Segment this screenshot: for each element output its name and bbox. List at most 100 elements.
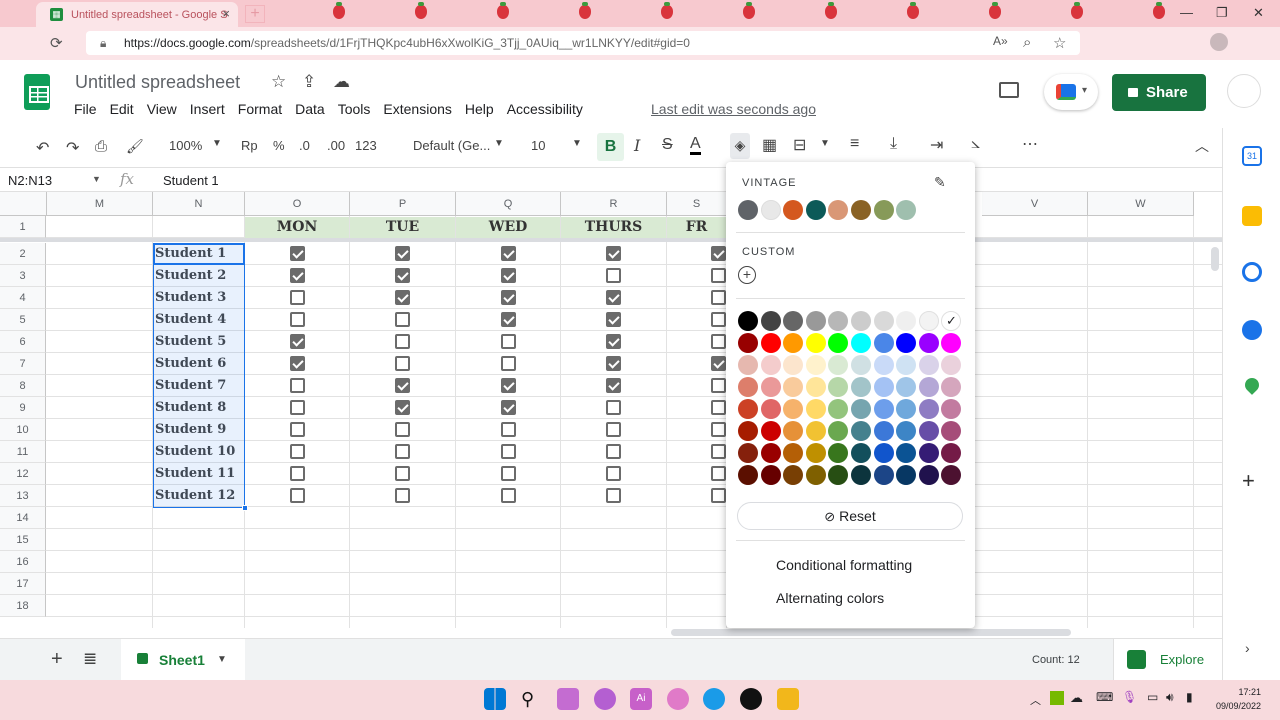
font-dropdown-icon[interactable]: ▼ — [494, 138, 504, 149]
row-header[interactable]: 4 — [0, 287, 46, 309]
color-swatch[interactable] — [918, 465, 939, 485]
comment-history-icon[interactable] — [999, 82, 1019, 98]
horizontal-align-icon[interactable]: ≡ — [850, 135, 859, 153]
attendance-checkbox[interactable] — [501, 400, 516, 415]
column-header[interactable]: Q — [456, 192, 561, 216]
color-swatch[interactable] — [828, 465, 849, 485]
volume-icon[interactable]: 🔊︎ — [1166, 690, 1174, 705]
menu-file[interactable]: File — [74, 101, 97, 117]
attendance-checkbox[interactable] — [501, 356, 516, 371]
color-swatch[interactable] — [828, 421, 849, 441]
color-swatch[interactable] — [941, 355, 962, 375]
attendance-checkbox[interactable] — [395, 422, 410, 437]
start-icon[interactable] — [484, 688, 506, 710]
color-swatch[interactable] — [918, 377, 939, 397]
row-header[interactable]: 3 — [0, 265, 46, 287]
color-swatch[interactable] — [918, 399, 939, 419]
color-swatch[interactable] — [918, 421, 939, 441]
attendance-checkbox[interactable] — [711, 312, 726, 327]
menu-view[interactable]: View — [147, 101, 177, 117]
attendance-checkbox[interactable] — [606, 356, 621, 371]
illustrator-icon[interactable]: Ai — [630, 688, 652, 710]
more-options-icon[interactable]: ⋯ — [1022, 134, 1038, 154]
attendance-checkbox[interactable] — [606, 422, 621, 437]
clock[interactable]: 17:21 09/09/2022 — [1216, 685, 1261, 713]
color-swatch[interactable] — [851, 465, 871, 485]
attendance-checkbox[interactable] — [501, 268, 516, 283]
app-icon-3[interactable] — [740, 688, 762, 710]
search-icon[interactable]: ⚲ — [521, 688, 543, 710]
color-swatch[interactable] — [941, 377, 962, 397]
color-swatch[interactable] — [896, 421, 917, 441]
color-swatch[interactable] — [873, 333, 894, 353]
color-swatch[interactable] — [783, 333, 804, 353]
color-swatch[interactable] — [873, 377, 894, 397]
attendance-checkbox[interactable] — [711, 444, 726, 459]
attendance-checkbox[interactable] — [501, 334, 516, 349]
attendance-checkbox[interactable] — [606, 488, 621, 503]
attendance-checkbox[interactable] — [290, 246, 305, 261]
color-swatch[interactable] — [760, 465, 781, 485]
color-swatch[interactable] — [783, 465, 804, 485]
attendance-checkbox[interactable] — [501, 290, 516, 305]
add-sheet-icon[interactable]: + — [51, 648, 63, 671]
row-header[interactable]: 18 — [0, 595, 46, 617]
color-swatch[interactable] — [873, 311, 894, 331]
alternating-colors-item[interactable]: Alternating colors — [776, 590, 884, 606]
italic-button[interactable]: I — [634, 136, 640, 155]
color-swatch[interactable] — [896, 355, 917, 375]
attendance-checkbox[interactable] — [395, 378, 410, 393]
vintage-swatch[interactable] — [783, 200, 804, 220]
text-rotation-icon[interactable]: ⦣ — [971, 135, 980, 153]
zoom-select[interactable]: 100% — [169, 138, 202, 153]
show-side-panel-icon[interactable]: › — [1245, 640, 1250, 656]
fill-color-icon[interactable]: ◈ — [730, 133, 750, 159]
menu-help[interactable]: Help — [465, 101, 494, 117]
sheets-logo-icon[interactable] — [24, 74, 50, 110]
favorite-icon[interactable]: ☆ — [1053, 34, 1066, 52]
formula-input[interactable]: Student 1 — [163, 173, 219, 188]
row-header[interactable]: 9 — [0, 397, 46, 419]
document-title[interactable]: Untitled spreadsheet — [75, 72, 240, 93]
network-icon[interactable]: ▭ — [1147, 690, 1158, 704]
attendance-checkbox[interactable] — [606, 466, 621, 481]
frozen-row-divider[interactable] — [0, 238, 1222, 242]
percent-button[interactable]: % — [273, 138, 285, 153]
attendance-checkbox[interactable] — [290, 312, 305, 327]
color-swatch[interactable] — [760, 443, 781, 463]
attendance-checkbox[interactable] — [606, 268, 621, 283]
color-swatch[interactable] — [896, 377, 917, 397]
color-swatch[interactable] — [941, 465, 962, 485]
sheet-menu-icon[interactable]: ▼ — [217, 639, 227, 681]
app-icon-1[interactable] — [557, 688, 579, 710]
microphone-icon[interactable]: 🎙︎ — [1122, 690, 1137, 704]
color-swatch[interactable] — [918, 311, 939, 331]
vintage-swatch[interactable] — [896, 200, 917, 220]
color-swatch[interactable] — [828, 377, 849, 397]
color-swatch[interactable] — [828, 443, 849, 463]
collapse-menu-icon[interactable]: ︿ — [1195, 136, 1209, 156]
reload-icon[interactable]: ⟳ — [50, 34, 63, 52]
row-header[interactable]: 6 — [0, 331, 46, 353]
attendance-checkbox[interactable] — [395, 334, 410, 349]
color-swatch[interactable] — [873, 421, 894, 441]
column-header[interactable]: S — [667, 192, 727, 216]
color-swatch[interactable] — [941, 443, 962, 463]
color-swatch[interactable] — [805, 311, 826, 331]
edit-palette-icon[interactable]: ✎ — [934, 174, 946, 191]
all-sheets-icon[interactable]: ≣ — [83, 649, 97, 669]
column-header[interactable]: R — [561, 192, 667, 216]
vintage-swatch[interactable] — [873, 200, 894, 220]
color-swatch[interactable] — [738, 421, 758, 441]
reset-button[interactable]: ⊘ Reset — [737, 502, 963, 530]
color-swatch[interactable] — [851, 443, 871, 463]
edge-icon[interactable] — [703, 688, 725, 710]
column-header[interactable]: V — [982, 192, 1088, 216]
font-size-dropdown-icon[interactable]: ▼ — [572, 138, 582, 149]
attendance-checkbox[interactable] — [290, 466, 305, 481]
column-header[interactable]: M — [47, 192, 153, 216]
attendance-checkbox[interactable] — [711, 334, 726, 349]
vintage-swatch[interactable] — [805, 200, 826, 220]
discord-icon[interactable] — [594, 688, 616, 710]
explore-button[interactable]: Explore — [1113, 639, 1222, 681]
